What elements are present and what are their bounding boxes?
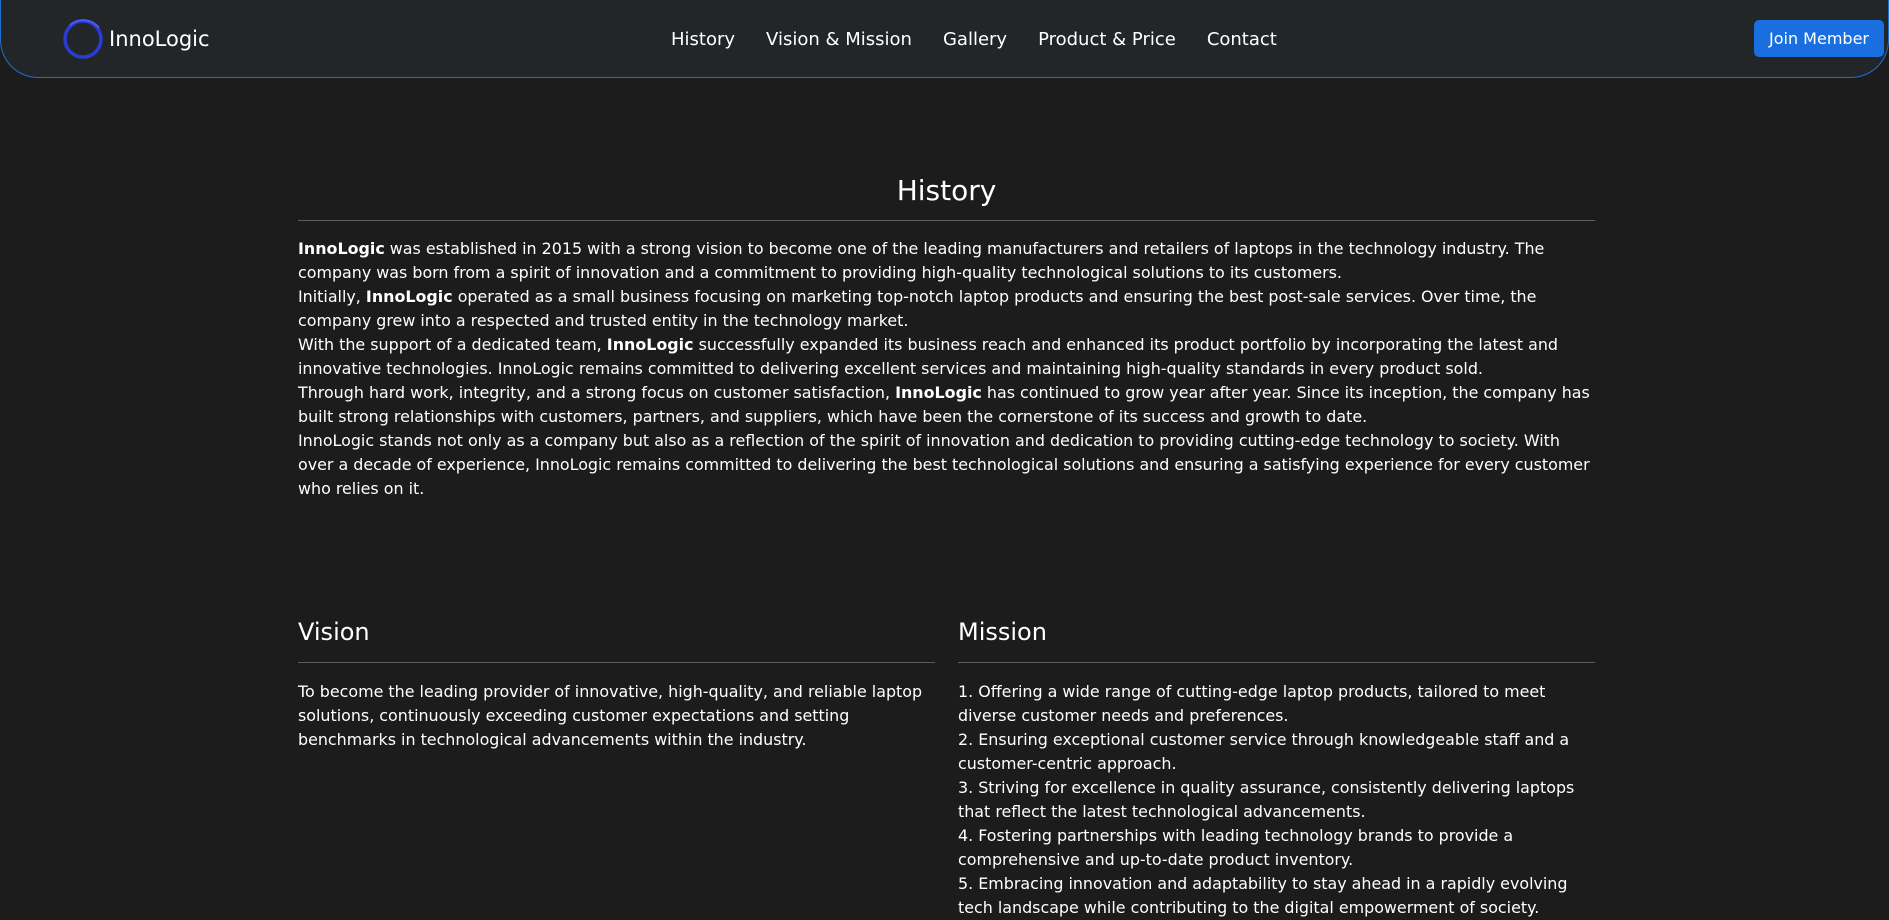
history-body: InnoLogic was established in 2015 with a… xyxy=(298,237,1595,501)
top-navbar: InnoLogic History Vision & Mission Galle… xyxy=(0,0,1889,78)
history-title: History xyxy=(896,174,997,207)
mission-section: Mission 1. Offering a wide range of cutt… xyxy=(958,612,1595,920)
mission-list: 1. Offering a wide range of cutting-edge… xyxy=(958,680,1595,920)
vision-text: To become the leading provider of innova… xyxy=(298,682,923,749)
mission-item: 2. Ensuring exceptional customer service… xyxy=(958,730,1570,773)
vision-section: Vision To become the leading provider of… xyxy=(298,612,935,752)
nav-links: History Vision & Mission Gallery Product… xyxy=(671,22,1277,56)
history-paragraph: Through hard work, integrity, and a stro… xyxy=(298,383,1590,426)
mission-divider xyxy=(958,662,1595,663)
vision-body: To become the leading provider of innova… xyxy=(298,680,935,752)
mission-item: 1. Offering a wide range of cutting-edge… xyxy=(958,682,1546,725)
history-divider xyxy=(298,220,1595,221)
ring-logo-icon xyxy=(63,19,103,59)
history-paragraph: With the support of a dedicated team, In… xyxy=(298,335,1559,378)
brand[interactable]: InnoLogic xyxy=(61,16,210,62)
vision-divider xyxy=(298,662,935,663)
vision-title: Vision xyxy=(298,618,370,646)
nav-link-contact[interactable]: Contact xyxy=(1207,29,1277,50)
mission-title: Mission xyxy=(958,618,1047,646)
history-section: History InnoLogic was established in 201… xyxy=(298,170,1595,501)
history-paragraph: InnoLogic was established in 2015 with a… xyxy=(298,239,1545,282)
nav-link-vision-mission[interactable]: Vision & Mission xyxy=(766,29,912,50)
mission-item: 3. Striving for excellence in quality as… xyxy=(958,778,1575,821)
nav-link-history[interactable]: History xyxy=(671,29,735,50)
nav-link-gallery[interactable]: Gallery xyxy=(943,29,1007,50)
mission-item: 4. Fostering partnerships with leading t… xyxy=(958,826,1514,869)
history-paragraph: Initially, InnoLogic operated as a small… xyxy=(298,287,1537,330)
brand-name: InnoLogic xyxy=(109,27,210,51)
history-paragraph: InnoLogic stands not only as a company b… xyxy=(298,431,1590,498)
join-member-button[interactable]: Join Member xyxy=(1754,20,1884,57)
nav-link-product-price[interactable]: Product & Price xyxy=(1038,29,1176,50)
mission-item: 5. Embracing innovation and adaptability… xyxy=(958,874,1568,917)
